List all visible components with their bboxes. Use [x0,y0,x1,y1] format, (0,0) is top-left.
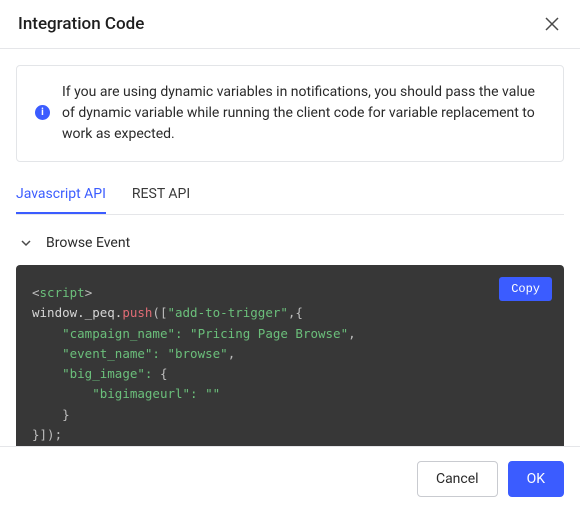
info-banner: i If you are using dynamic variables in … [16,65,564,162]
info-icon: i [35,105,50,120]
modal-footer: Cancel OK [0,446,580,511]
modal-header: Integration Code [0,0,580,49]
accordion-label: Browse Event [46,235,130,251]
chevron-down-icon [20,237,32,249]
close-button[interactable] [542,14,562,34]
tab-bar: Javascript API REST API [16,176,564,215]
modal-title: Integration Code [18,14,144,34]
tab-rest-api[interactable]: REST API [132,176,190,214]
copy-button[interactable]: Copy [499,277,552,301]
info-text: If you are using dynamic variables in no… [62,82,545,145]
cancel-button[interactable]: Cancel [417,461,498,497]
accordion-browse-event[interactable]: Browse Event [16,215,564,265]
modal-body: i If you are using dynamic variables in … [0,49,580,479]
ok-button[interactable]: OK [508,461,564,497]
code-block: Copy <script> window._peq.push(["add-to-… [16,265,564,463]
close-icon [545,17,559,31]
code-content: <script> window._peq.push(["add-to-trigg… [32,283,548,445]
tab-javascript-api[interactable]: Javascript API [16,176,106,214]
